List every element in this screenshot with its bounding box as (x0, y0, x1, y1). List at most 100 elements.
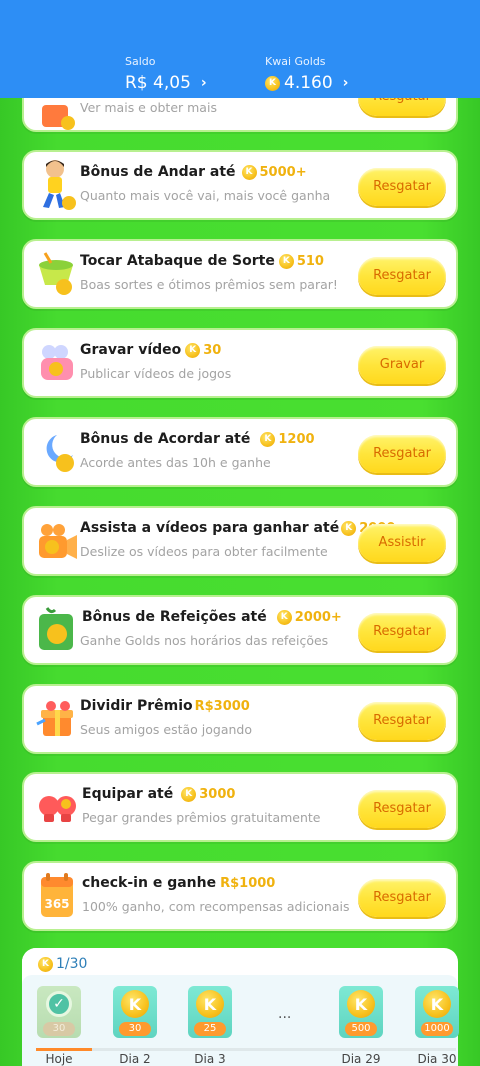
checkin-day-2[interactable]: K 30 Dia 2 (113, 986, 157, 1066)
claim-button[interactable]: Resgatar (358, 613, 446, 651)
task-title: Bônus de Andar até K 5000+ (80, 164, 307, 180)
day-reward-box: K 30 (113, 986, 157, 1038)
coin-icon: K (121, 990, 149, 1018)
claim-button[interactable]: Resgatar (358, 168, 446, 206)
boxing-gloves-icon (34, 783, 82, 831)
reward-amount: R$3000 (194, 698, 250, 714)
task-subtitle: Ver mais e obter mais (80, 100, 217, 115)
claim-button[interactable]: Resgatar (358, 790, 446, 828)
task-title-text: Equipar até (82, 786, 174, 802)
task-subtitle: Quanto mais você vai, mais você ganha (80, 188, 331, 203)
day-amount: 1000 (421, 1022, 453, 1036)
coin-icon: K (260, 431, 276, 447)
coin-icon: K (241, 164, 257, 180)
day-label: Dia 2 (119, 1052, 151, 1066)
task-subtitle: Ganhe Golds nos horários das refeições (80, 633, 329, 648)
task-subtitle: Publicar vídeos de jogos (80, 366, 232, 381)
day-label: Hoje (45, 1052, 73, 1066)
coin-icon: K (423, 990, 451, 1018)
camera-icon (34, 517, 82, 565)
checkin-progress-track (36, 1048, 456, 1051)
days-ellipsis: ... (278, 1006, 292, 1022)
day-amount: 25 (194, 1022, 226, 1036)
coin-icon: K (181, 786, 197, 802)
task-card-watch: Assista a vídeos para ganhar até K2000 D… (22, 506, 458, 576)
task-card-record: Gravar vídeo K 30 Publicar vídeos de jogo… (22, 328, 458, 398)
reward-amount: 30 (203, 342, 222, 358)
day-label: Dia 3 (194, 1052, 226, 1066)
balance-value: R$ 4,05 (125, 73, 191, 93)
reward-amount: 2000+ (294, 609, 342, 625)
reward-amount: 510 (296, 253, 324, 269)
task-reward: K 1200 (260, 431, 315, 447)
task-card-checkin: 365 check-in e ganhe R$1000 100% ganho, … (22, 861, 458, 931)
claim-button[interactable]: Resgatar (358, 702, 446, 740)
task-subtitle: Deslize os vídeos para obter facilmente (80, 544, 328, 559)
task-title-text: Assista a vídeos para ganhar até (80, 520, 340, 536)
checkin-day-30[interactable]: K 1000 Dia 30 (415, 986, 459, 1066)
task-title: Tocar Atabaque de Sorte K 510 (80, 253, 324, 269)
task-title-text: check-in e ganhe (82, 875, 217, 891)
task-reward: K 3000 (181, 786, 236, 802)
golds-value: 4.160 (284, 73, 333, 93)
task-title-text: Tocar Atabaque de Sorte (80, 253, 275, 269)
task-title: check-in e ganhe R$1000 (82, 875, 275, 891)
task-reward: R$1000 (220, 876, 275, 891)
checkin-counter: K 1/30 (38, 956, 87, 972)
balance-value-row: R$ 4,05 › (125, 73, 207, 93)
day-amount: 30 (43, 1022, 75, 1036)
calendar-food-icon (34, 606, 82, 654)
task-title: Assista a vídeos para ganhar até K2000 (80, 520, 395, 536)
coin-icon: K (196, 990, 224, 1018)
task-subtitle: Seus amigos estão jogando (80, 722, 253, 737)
claim-button[interactable]: Resgatar (358, 257, 446, 295)
day-label: Dia 30 (417, 1052, 457, 1066)
task-title: Dividir Prêmio R$3000 (80, 698, 250, 714)
task-title-text: Gravar vídeo (80, 342, 182, 358)
gift-icon (34, 695, 82, 743)
checkin-days-strip (22, 975, 458, 1066)
walking-boy-icon (34, 160, 82, 210)
coin-icon: K (265, 75, 280, 91)
task-subtitle: Acorde antes das 10h e ganhe (80, 455, 271, 470)
chevron-right-icon: › (200, 75, 207, 91)
watch-button[interactable]: Assistir (358, 524, 446, 562)
task-reward: K 510 (278, 253, 324, 269)
claim-button[interactable]: Resgatar (358, 879, 446, 917)
checkin-day-today[interactable]: ✓ 30 Hoje (37, 986, 81, 1066)
reward-amount: 5000+ (259, 164, 307, 180)
task-card-meals: Bônus de Refeições até K 2000+ Ganhe Gold… (22, 595, 458, 665)
checkin-day-3[interactable]: K 25 Dia 3 (188, 986, 232, 1066)
calendar-365-icon: 365 (34, 872, 82, 920)
reward-amount: 3000 (199, 786, 236, 802)
checkin-counter-text: 1/30 (56, 956, 88, 972)
day-amount: 500 (345, 1022, 377, 1036)
checkmark-icon: ✓ (46, 991, 72, 1017)
task-card-wake: Bônus de Acordar até K 1200 Acorde antes … (22, 417, 458, 487)
task-title-text: Bônus de Andar até (80, 164, 236, 180)
day-reward-box: K 25 (188, 986, 232, 1038)
record-button[interactable]: Gravar (358, 346, 446, 384)
coin-icon: K (341, 520, 357, 536)
task-reward: R$3000 (195, 699, 250, 714)
checkin-day-29[interactable]: K 500 Dia 29 (339, 986, 383, 1066)
gamepad-icon (34, 339, 82, 387)
task-title: Bônus de Acordar até K 1200 (80, 431, 315, 447)
balance-section[interactable]: Saldo R$ 4,05 › (125, 55, 207, 93)
golds-section[interactable]: Kwai Golds K 4.160 › (265, 55, 348, 93)
task-card-equip: Equipar até K 3000 Pegar grandes prêmios … (22, 772, 458, 842)
task-title: Bônus de Refeições até K 2000+ (82, 609, 342, 625)
balance-label: Saldo (125, 55, 156, 68)
reward-amount: R$1000 (220, 875, 276, 891)
chevron-right-icon: › (342, 75, 349, 91)
task-title-text: Bônus de Refeições até (82, 609, 267, 625)
task-card-share: Dividir Prêmio R$3000 Seus amigos estão … (22, 684, 458, 754)
day-reward-box: K 500 (339, 986, 383, 1038)
task-title-text: Bônus de Acordar até (80, 431, 251, 447)
task-reward: K 2000+ (276, 609, 342, 625)
claim-button[interactable]: Resgatar (358, 435, 446, 473)
golds-value-row: K 4.160 › (265, 73, 348, 93)
checkin-progress-fill (36, 1048, 92, 1051)
golds-label: Kwai Golds (265, 55, 326, 68)
task-title-text: Dividir Prêmio (80, 698, 193, 714)
